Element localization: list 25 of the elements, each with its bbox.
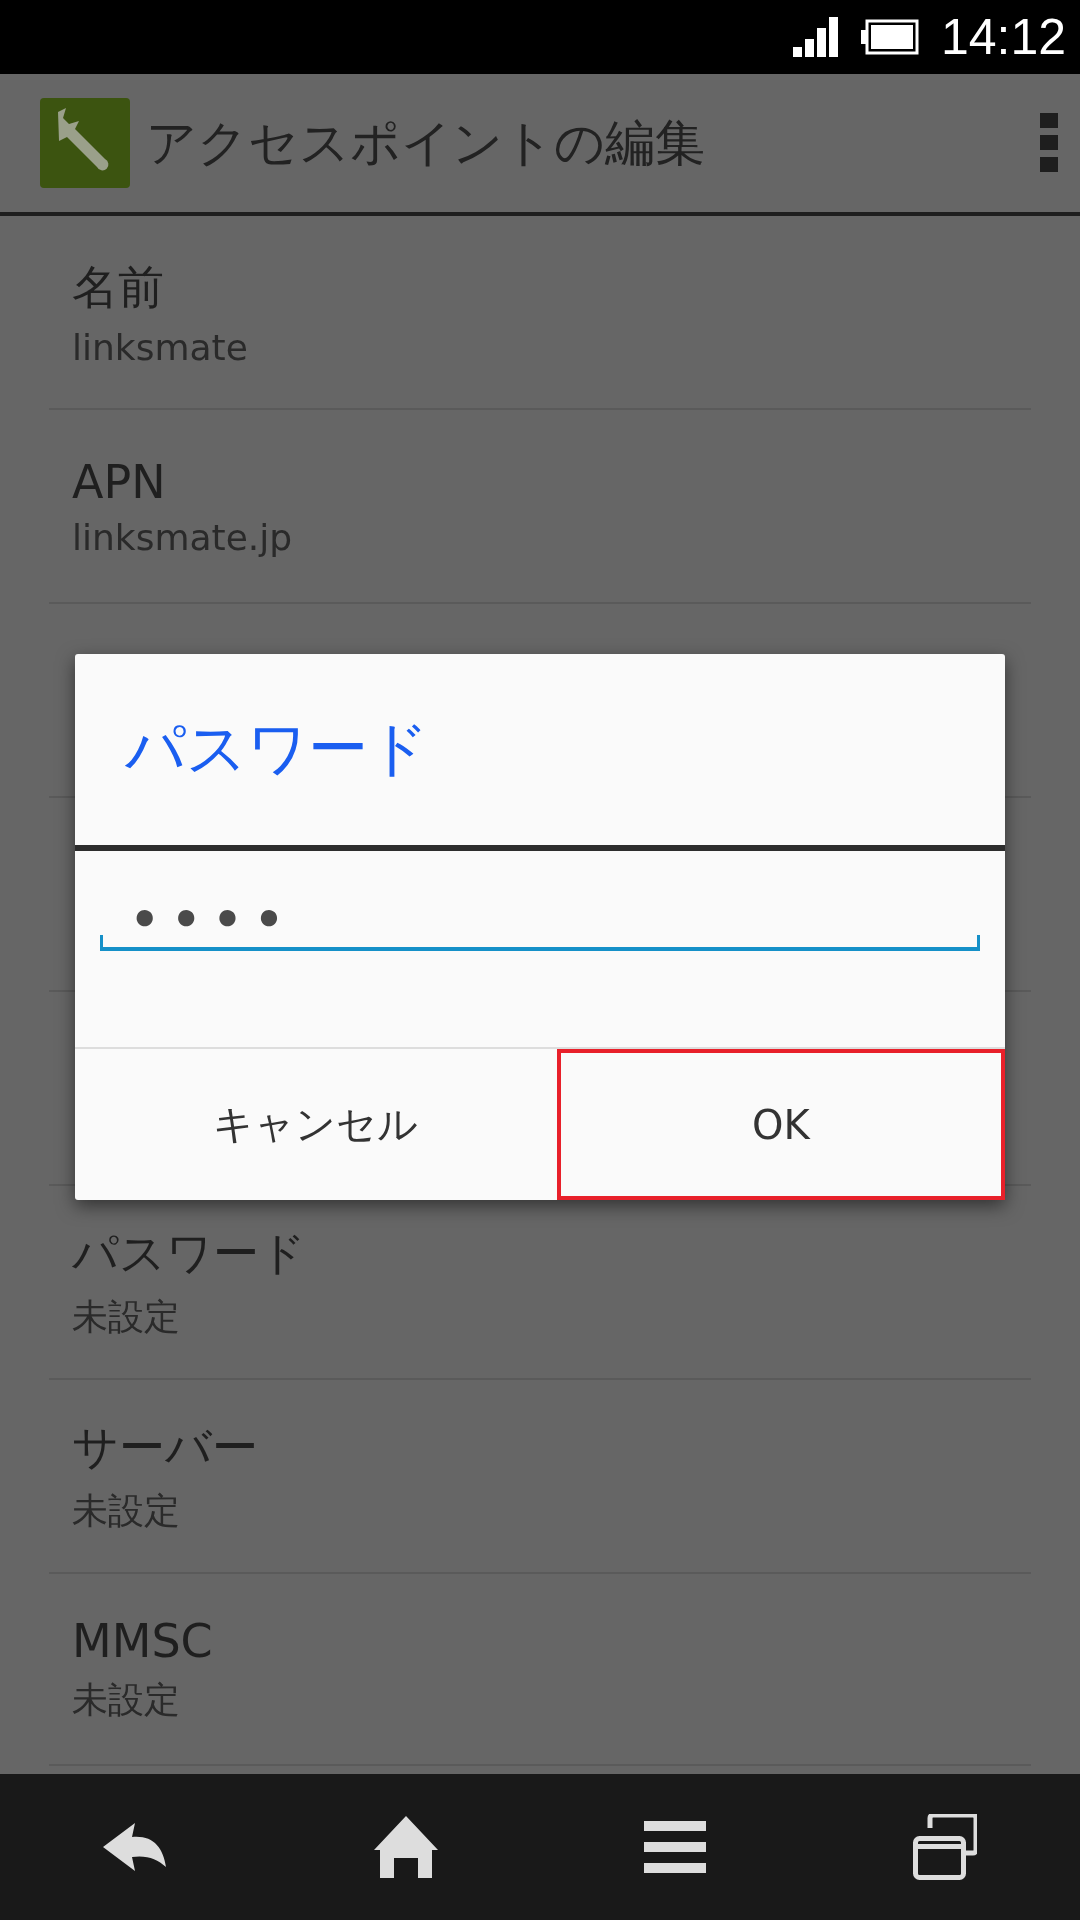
setting-row[interactable]: サーバー 未設定 [49,1380,1031,1574]
signal-icon [792,17,839,57]
setting-row[interactable]: APN linksmate.jp [49,410,1031,604]
setting-value: linksmate [72,326,248,368]
setting-title: MMSC [72,1613,213,1668]
home-icon[interactable] [373,1816,438,1878]
dialog-title: パスワード [75,654,1005,851]
battery-icon [860,19,919,55]
status-time: 14:12 [940,8,1066,66]
dialog-button[interactable]: OK [556,1049,1005,1200]
setting-value: 未設定 [72,1677,180,1722]
overflow-menu-icon[interactable] [1040,113,1060,173]
screen-title: アクセスポイントの編集 [146,112,706,174]
setting-value: 未設定 [72,1294,180,1339]
recent-apps-icon[interactable] [912,1814,977,1880]
setting-row[interactable]: MMSC 未設定 [49,1574,1031,1766]
setting-value: 未設定 [72,1488,180,1533]
setting-value: linksmate.jp [72,516,293,558]
setting-title: 名前 [72,258,164,316]
setting-title: パスワード [72,1224,306,1282]
setting-row[interactable]: 名前 linksmate [49,216,1031,410]
setting-title: APN [72,454,166,509]
menu-icon[interactable] [644,1821,707,1873]
back-icon[interactable] [103,1823,168,1871]
setting-title: サーバー [72,1418,258,1476]
